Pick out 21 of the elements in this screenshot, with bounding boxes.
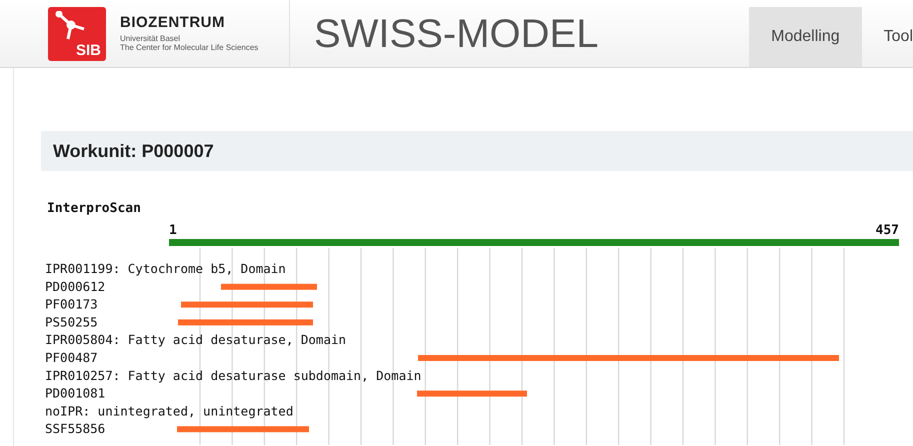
nav-tab[interactable]: Modelling [749,7,862,67]
workunit-title: Workunit: P000007 [53,140,214,162]
signature-label: PS50255 [45,314,98,330]
section-title: InterproScan [47,201,141,216]
institution-name: BIOZENTRUM [120,14,226,30]
signature-label: PF00173 [45,296,98,312]
entry-label: noIPR: unintegrated, unintegrated [45,403,294,418]
signature-label: SSF55856 [45,421,106,436]
axis-label: 457 [876,223,899,238]
institution-subtitle: Universität Basel [120,34,182,43]
axis-label: 1 [169,223,177,238]
entry-label: IPR005804: Fatty acid desaturase, Domain [45,332,346,348]
signature-label: PF00487 [45,350,98,365]
site-title: SWISS-MODEL [314,10,598,58]
signature-label: PD001081 [45,386,106,401]
entry-label: IPR010257: Fatty acid desaturase subdomain, Domain [45,368,422,383]
nav-tab[interactable]: Tool [862,7,913,67]
signature-label: PD000612 [45,278,106,294]
institution-subtitle: The Center for Molecular Life Sciences [120,43,258,52]
logo-text: SIB [76,42,101,58]
entry-label: IPR001199: Cytochrome b5, Domain [45,261,286,276]
